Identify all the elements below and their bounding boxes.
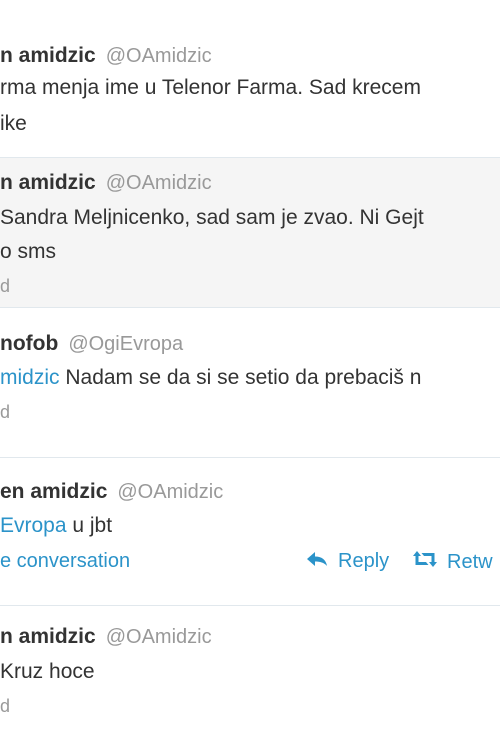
reply-label: Reply (338, 550, 390, 572)
tweet-header: nofob @OgiEvropa (0, 332, 183, 356)
author-name[interactable]: n amidzic (0, 44, 96, 67)
author-handle[interactable]: @OAmidzic (106, 626, 212, 648)
author-name[interactable]: nofob (0, 332, 58, 355)
tweet[interactable]: n amidzic @OAmidzic rma menja ime u Telen… (0, 0, 500, 158)
mention-link[interactable]: Evropa (0, 514, 67, 537)
tweet-text-line: Sandra Meljnicenko, sad sam je zvao. Ni … (0, 206, 424, 229)
tweet-header: n amidzic @OAmidzic (0, 625, 212, 649)
tweet-actions: e conversation Reply Retw (0, 550, 500, 580)
author-handle[interactable]: @OgiEvropa (68, 333, 183, 355)
tweet-text-body: u jbt (66, 514, 113, 537)
view-conversation-link[interactable]: e conversation (0, 550, 130, 573)
tweet[interactable]: nofob @OgiEvropa midzic Nadam se da si se… (0, 308, 500, 458)
author-name[interactable]: n amidzic (0, 171, 96, 194)
author-handle[interactable]: @OAmidzic (117, 481, 223, 503)
reply-icon (306, 550, 328, 573)
tweet-header: en amidzic @OAmidzic (0, 480, 223, 504)
author-handle[interactable]: @OAmidzic (106, 172, 212, 194)
retweet-icon (413, 550, 437, 574)
author-name[interactable]: en amidzic (0, 480, 107, 503)
tweet[interactable]: n amidzic @OAmidzic Kruz hoce d (0, 606, 500, 750)
tweet-header: n amidzic @OAmidzic (0, 44, 212, 68)
retweet-button[interactable]: Retw (413, 550, 493, 574)
tweet-text-line: o sms (0, 240, 57, 263)
mention-link[interactable]: midzic (0, 366, 60, 389)
author-handle[interactable]: @OAmidzic (106, 45, 212, 67)
tweet[interactable]: n amidzic @OAmidzic Sandra Meljnicenko, s… (0, 158, 500, 308)
tweet-header: n amidzic @OAmidzic (0, 171, 212, 195)
tweet-timestamp[interactable]: d (0, 696, 10, 717)
tweet-text-body: Nadam se da si se setio da prebaciš n (59, 366, 422, 389)
tweet-text-line: rma menja ime u Telenor Farma. Sad krece… (0, 76, 421, 99)
tweet-text: Evropa u jbt (0, 514, 112, 538)
tweet-text: Kruz hoce (0, 660, 95, 683)
author-name[interactable]: n amidzic (0, 625, 96, 648)
reply-button[interactable]: Reply (306, 550, 389, 573)
tweet-text: midzic Nadam se da si se setio da prebac… (0, 366, 421, 390)
retweet-label: Retw (447, 551, 493, 573)
tweet-feed: n amidzic @OAmidzic rma menja ime u Telen… (0, 0, 500, 750)
tweet-text-line: ike (0, 112, 27, 135)
tweet-timestamp[interactable]: d (0, 402, 10, 423)
tweet-timestamp[interactable]: d (0, 276, 10, 297)
tweet[interactable]: en amidzic @OAmidzic Evropa u jbt e conve… (0, 458, 500, 606)
